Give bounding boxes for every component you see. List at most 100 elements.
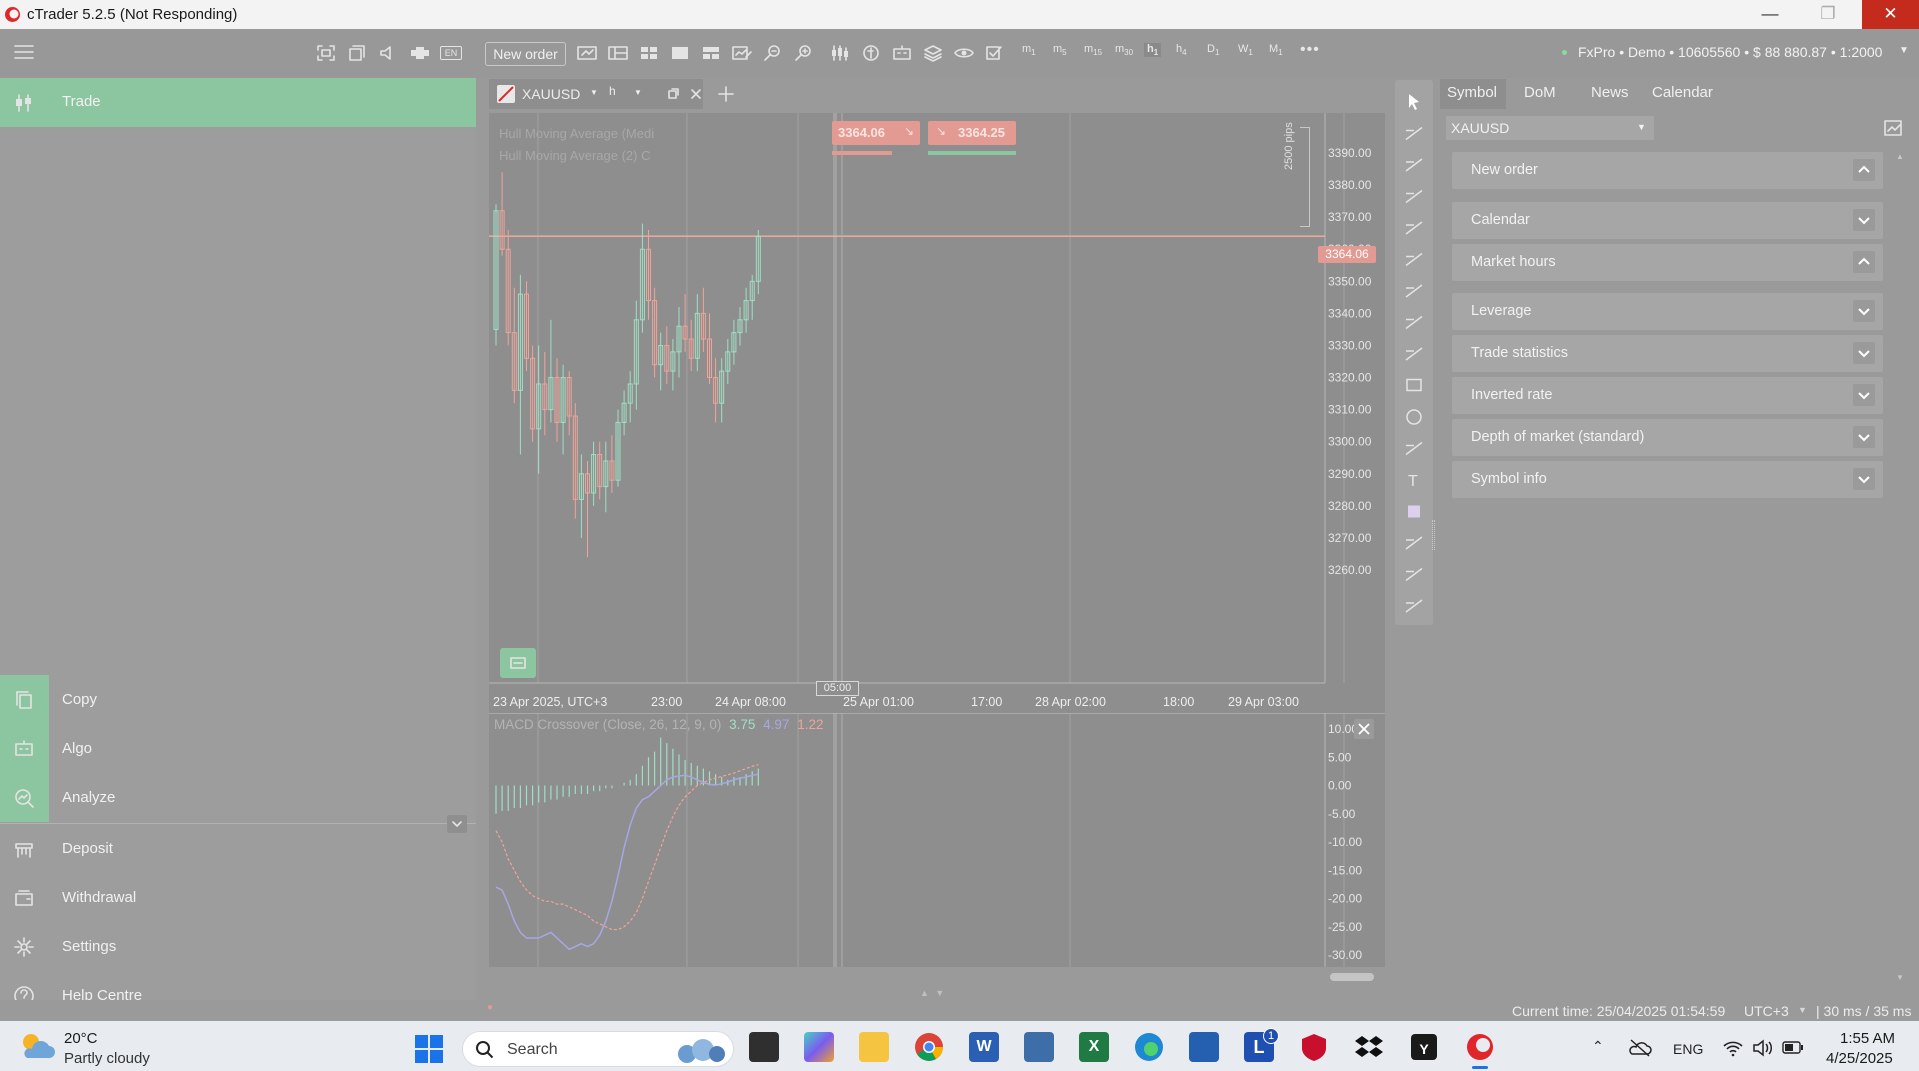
hamburger-menu-icon[interactable]: [13, 43, 35, 61]
sound-icon[interactable]: [378, 44, 398, 62]
panel-settings-icon[interactable]: [1883, 119, 1903, 137]
language-badge[interactable]: EN: [440, 46, 462, 60]
edge-icon[interactable]: [1134, 1032, 1164, 1062]
chevron-down-icon[interactable]: [1853, 426, 1875, 448]
accordion-section[interactable]: Symbol info: [1452, 461, 1883, 498]
pen-tool-icon[interactable]: [1405, 252, 1423, 267]
fullscreen-icon[interactable]: [316, 44, 336, 62]
multi-window-icon[interactable]: [347, 44, 367, 62]
sidebar-item-settings[interactable]: Settings: [62, 938, 116, 955]
zoom-out-icon[interactable]: [762, 44, 784, 62]
chevron-up-icon[interactable]: [1853, 159, 1875, 181]
indicators-icon[interactable]: [860, 44, 882, 62]
clock-time[interactable]: 1:55 AM: [1840, 1030, 1895, 1047]
ctrader-taskbar-icon[interactable]: [1465, 1032, 1495, 1062]
tray-overflow-icon[interactable]: ⌃: [1592, 1038, 1604, 1055]
drawing-tools-icons[interactable]: T: [1395, 80, 1433, 625]
onedrive-off-icon[interactable]: [1628, 1038, 1652, 1058]
rectangle-tool-icon[interactable]: [1406, 378, 1422, 392]
store-app-icon[interactable]: [1189, 1032, 1219, 1062]
accordion-section[interactable]: Depth of market (standard): [1452, 419, 1883, 456]
timezone-dropdown-icon[interactable]: ▼: [1798, 1005, 1807, 1015]
word-app-icon[interactable]: W: [969, 1032, 999, 1062]
chart-horizontal-scrollbar[interactable]: [1330, 973, 1374, 981]
accordion-section[interactable]: Leverage: [1452, 293, 1883, 330]
tab-symbol[interactable]: Symbol: [1447, 84, 1497, 101]
wifi-icon[interactable]: [1722, 1039, 1744, 1057]
account-dropdown-icon[interactable]: ▼: [1899, 45, 1909, 56]
indicator-label-1[interactable]: Hull Moving Average (Medi: [499, 126, 654, 141]
weather-temp[interactable]: 20°C: [64, 1030, 98, 1047]
timeframe-m1[interactable]: m1: [1022, 43, 1036, 57]
plugins-icon[interactable]: [409, 44, 431, 62]
chevron-down-icon[interactable]: [1853, 468, 1875, 490]
clock-date[interactable]: 4/25/2025: [1826, 1050, 1893, 1067]
timeframe-mn1[interactable]: M1: [1269, 43, 1283, 57]
minimize-button[interactable]: —: [1747, 0, 1793, 29]
accordion-section[interactable]: Inverted rate: [1452, 377, 1883, 414]
timeframe-m5[interactable]: m5: [1053, 43, 1067, 57]
close-indicator-icon[interactable]: [1354, 719, 1374, 739]
dropbox-icon[interactable]: [1354, 1034, 1384, 1060]
chrome-icon[interactable]: [914, 1032, 944, 1062]
alert-bell-tool-icon[interactable]: [1405, 567, 1423, 582]
timeframe-h1[interactable]: h1: [1144, 43, 1162, 58]
sidebar-item-algo[interactable]: Algo: [62, 740, 92, 757]
account-info[interactable]: FxPro • Demo • 10605560 • $ 88 880.87 • …: [1578, 44, 1882, 60]
fill-tool-icon[interactable]: [1408, 505, 1420, 518]
network-app-icon[interactable]: [1024, 1032, 1054, 1062]
file-explorer-icon[interactable]: [859, 1032, 889, 1062]
dotted-fib-tool-icon[interactable]: [1405, 347, 1423, 361]
cross-tool-icon[interactable]: [1405, 158, 1423, 172]
timeframe-m15[interactable]: m15: [1084, 43, 1102, 57]
timeframe-w1[interactable]: W1: [1238, 43, 1253, 57]
split-layout-icon[interactable]: [700, 44, 722, 62]
sidebar-item-deposit[interactable]: Deposit: [62, 840, 113, 857]
chevron-down-icon[interactable]: [1853, 384, 1875, 406]
camera-tool-icon[interactable]: [1405, 536, 1423, 550]
windows-start-icon[interactable]: [414, 1034, 444, 1064]
y-app-icon[interactable]: Y: [1411, 1034, 1437, 1060]
layout-icon[interactable]: [607, 44, 629, 62]
buy-button[interactable]: ↘ 3364.25: [928, 121, 1016, 145]
single-layout-icon[interactable]: [669, 44, 691, 62]
candlestick-icon[interactable]: [829, 44, 851, 62]
taskview-app-icon[interactable]: [749, 1032, 779, 1062]
chevron-down-icon[interactable]: [1853, 209, 1875, 231]
chart-mode-icon[interactable]: [576, 44, 598, 62]
timeframe-h4[interactable]: h4: [1176, 43, 1187, 57]
chart-trading-toggle[interactable]: [500, 648, 536, 678]
timeframe-m30[interactable]: m30: [1115, 43, 1133, 57]
accordion-section[interactable]: Market hours: [1452, 244, 1883, 281]
excel-app-icon[interactable]: X: [1079, 1032, 1109, 1062]
layers-icon[interactable]: [922, 44, 944, 62]
accordion-section[interactable]: Calendar: [1452, 202, 1883, 239]
timeframe-dropdown-icon[interactable]: ▼: [634, 88, 642, 97]
panel-resize-handle[interactable]: ▲ ▼: [920, 988, 946, 998]
tab-calendar[interactable]: Calendar: [1652, 84, 1713, 101]
move-tool-icon[interactable]: [1405, 189, 1423, 204]
circle-tool-icon[interactable]: [1406, 409, 1422, 425]
pencil-tool-icon[interactable]: [1405, 315, 1423, 330]
tab-news[interactable]: News: [1591, 84, 1629, 101]
timeframe-d1[interactable]: D1: [1207, 43, 1219, 57]
replay-tool-icon[interactable]: [1405, 599, 1423, 613]
weather-desc[interactable]: Partly cloudy: [64, 1050, 150, 1067]
horizontal-line-tool-icon[interactable]: [1405, 221, 1423, 235]
tray-language[interactable]: ENG: [1673, 1041, 1703, 1057]
close-window-button[interactable]: ✕: [1862, 0, 1919, 29]
sell-button[interactable]: 3364.06 ↘: [832, 121, 920, 145]
brush-tool-icon[interactable]: [1405, 284, 1423, 298]
accordion-section[interactable]: New order: [1452, 152, 1883, 189]
macd-title[interactable]: MACD Crossover (Close, 26, 12, 9, 0) 3.7…: [494, 717, 823, 732]
grid-layout-icon[interactable]: [638, 44, 660, 62]
sidebar-item-copy[interactable]: Copy: [62, 691, 97, 708]
new-order-button[interactable]: New order: [485, 42, 566, 66]
accordion-section[interactable]: Trade statistics: [1452, 335, 1883, 372]
weather-icon[interactable]: [17, 1030, 57, 1064]
timezone[interactable]: UTC+3: [1744, 1003, 1789, 1019]
mcafee-icon[interactable]: [1299, 1032, 1329, 1062]
volume-icon[interactable]: [1752, 1039, 1774, 1057]
more-options-icon[interactable]: •••: [1300, 41, 1320, 59]
chevron-down-icon[interactable]: [1853, 342, 1875, 364]
